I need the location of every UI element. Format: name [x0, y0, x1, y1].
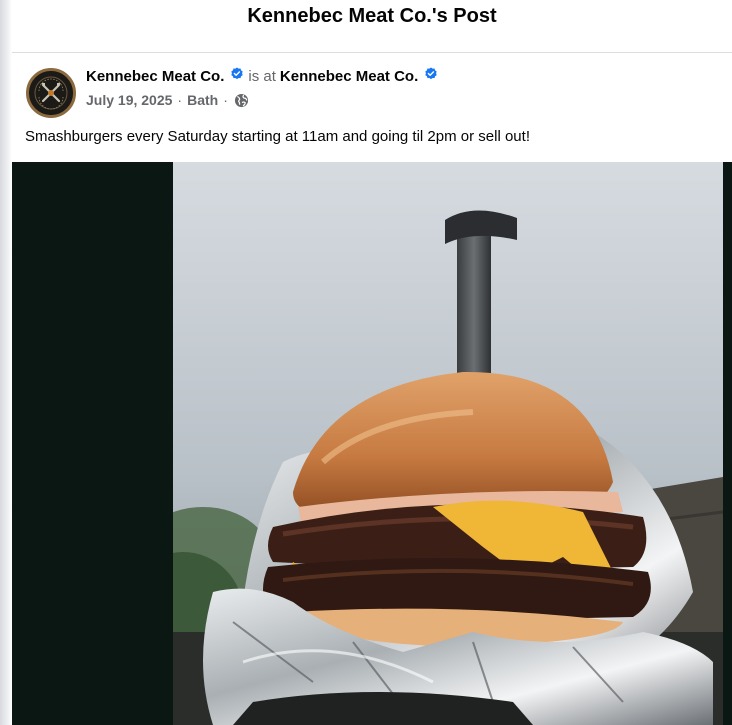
check-in-prefix: is at	[248, 68, 276, 85]
globe-icon[interactable]	[234, 93, 249, 108]
media-letterbox	[723, 162, 732, 725]
author-name-link[interactable]: Kennebec Meat Co.	[86, 68, 224, 85]
author-line: Kennebec Meat Co. is at Kennebec Meat Co…	[86, 66, 442, 85]
smashburger-image	[173, 162, 723, 725]
separator-dot: ·	[177, 92, 183, 108]
post-header: Kennebec Meat Co. is at Kennebec Meat Co…	[12, 54, 732, 124]
post-place-link[interactable]: Bath	[187, 92, 218, 108]
post-message: Smashburgers every Saturday starting at …	[25, 128, 530, 145]
burger-photo[interactable]	[173, 162, 723, 725]
dialog-title: Kennebec Meat Co.'s Post	[247, 5, 497, 27]
post-media[interactable]	[12, 162, 732, 725]
kennebec-logo	[29, 71, 73, 115]
post-dialog: Kennebec Meat Co.'s Post Kennebec Meat C…	[0, 0, 732, 725]
author-avatar[interactable]	[26, 68, 76, 118]
separator-dot: ·	[223, 92, 228, 108]
dialog-header: Kennebec Meat Co.'s Post	[12, 0, 732, 53]
verified-badge-icon	[425, 66, 437, 79]
location-page-link[interactable]: Kennebec Meat Co.	[280, 68, 418, 85]
post-date-link[interactable]: July 19, 2025	[86, 92, 172, 108]
backdrop-edge	[0, 0, 12, 725]
post-meta: July 19, 2025 · Bath ·	[86, 92, 249, 108]
verified-badge-icon	[231, 66, 244, 79]
